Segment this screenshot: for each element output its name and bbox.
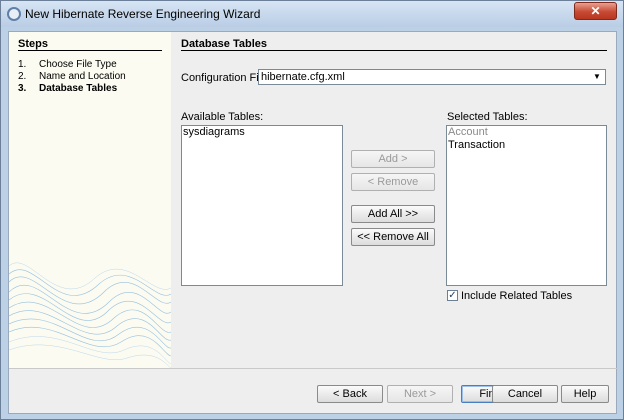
footer-divider — [9, 368, 618, 369]
add-button[interactable]: Add > — [351, 150, 435, 168]
steps-panel: Steps 1. Choose File Type 2. Name and Loca… — [9, 32, 171, 368]
page-title: Database Tables — [181, 38, 268, 50]
title-bar[interactable]: New Hibernate Reverse Engineering Wizard… — [1, 1, 623, 27]
decorative-waves-graphic — [9, 262, 171, 368]
config-file-value: hibernate.cfg.xml — [261, 71, 345, 83]
add-all-button[interactable]: Add All >> — [351, 205, 435, 223]
step-number: 2. — [18, 71, 27, 82]
selected-tables-list[interactable]: Account Transaction — [446, 125, 607, 286]
steps-list: 1. Choose File Type 2. Name and Location 3… — [18, 59, 126, 95]
available-tables-list[interactable]: sysdiagrams — [181, 125, 343, 286]
help-button[interactable]: Help — [561, 385, 609, 403]
wizard-window: New Hibernate Reverse Engineering Wizard… — [0, 0, 624, 420]
chevron-down-icon[interactable]: ▼ — [589, 70, 605, 84]
steps-divider — [18, 50, 162, 51]
list-item[interactable]: sysdiagrams — [182, 126, 342, 139]
list-item[interactable]: Account — [447, 126, 606, 139]
window-title: New Hibernate Reverse Engineering Wizard — [25, 7, 261, 21]
remove-button[interactable]: < Remove — [351, 173, 435, 191]
step-item-name-and-location: 2. Name and Location — [18, 71, 126, 83]
next-button[interactable]: Next > — [387, 385, 453, 403]
step-label: Name and Location — [39, 71, 126, 82]
dialog-body: Steps 1. Choose File Type 2. Name and Loca… — [8, 31, 618, 414]
step-label: Database Tables — [39, 83, 118, 94]
app-icon — [7, 7, 21, 21]
include-related-label: Include Related Tables — [461, 290, 573, 302]
steps-title: Steps — [18, 38, 48, 50]
list-item[interactable]: Transaction — [447, 139, 606, 152]
step-item-choose-file-type: 1. Choose File Type — [18, 59, 126, 71]
cancel-button[interactable]: Cancel — [492, 385, 558, 403]
back-button[interactable]: < Back — [317, 385, 383, 403]
title-divider — [181, 50, 607, 51]
config-file-select[interactable]: hibernate.cfg.xml ▼ — [258, 69, 606, 85]
available-tables-label: Available Tables: — [181, 111, 264, 123]
step-number: 1. — [18, 59, 27, 70]
step-label: Choose File Type — [39, 59, 117, 70]
step-number: 3. — [18, 83, 27, 94]
config-file-label: Configuration File: — [181, 72, 271, 84]
selected-tables-label: Selected Tables: — [447, 111, 528, 123]
main-content: Database Tables Configuration File: hibe… — [171, 32, 618, 368]
remove-all-button[interactable]: << Remove All — [351, 228, 435, 246]
include-related-checkbox[interactable]: ✓ — [447, 290, 458, 301]
step-item-database-tables: 3. Database Tables — [18, 83, 126, 95]
close-button[interactable]: ✕ — [574, 2, 617, 20]
